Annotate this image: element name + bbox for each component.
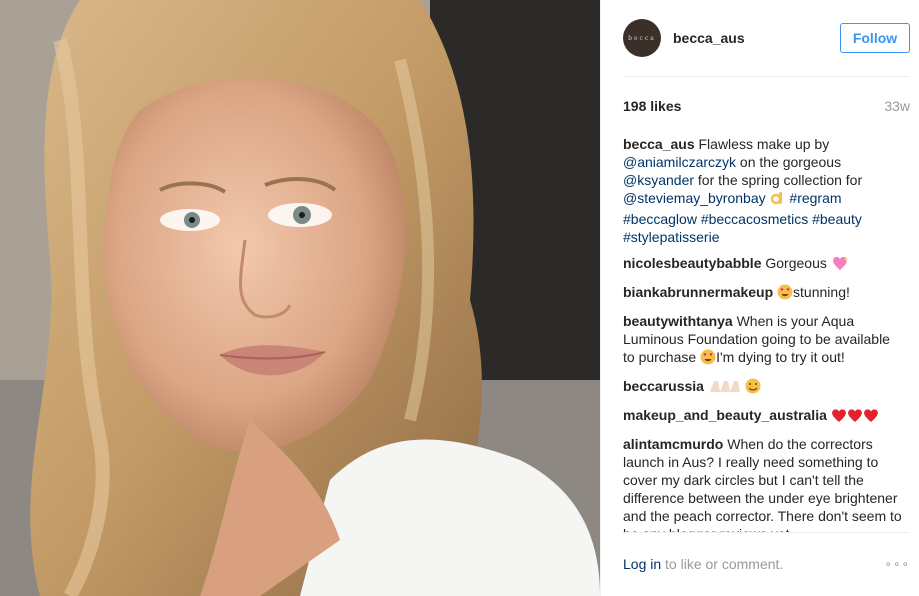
caption-text: for the spring collection for bbox=[694, 172, 863, 188]
post-username[interactable]: becca_aus bbox=[673, 30, 745, 46]
comment-username[interactable]: biankabrunnermakeup bbox=[623, 284, 773, 300]
follow-button[interactable]: Follow bbox=[840, 23, 910, 53]
hashtag-link[interactable]: #stylepatisserie bbox=[623, 229, 720, 245]
comment-text: I'm dying to try it out! bbox=[716, 349, 845, 365]
likes-row: 198 likes 33w bbox=[623, 96, 910, 116]
heart-eyes-emoji-icon bbox=[700, 349, 716, 369]
avatar[interactable]: becca bbox=[623, 19, 661, 57]
likes-count[interactable]: 198 likes bbox=[623, 98, 681, 114]
comment-item: beautywithtanya When is your Aqua Lumino… bbox=[623, 312, 903, 369]
login-prompt: Log in to like or comment. bbox=[623, 556, 783, 572]
footer-divider bbox=[623, 532, 910, 533]
comment-username[interactable]: beccarussia bbox=[623, 378, 704, 394]
comment-item: makeup_and_beauty_australia bbox=[623, 406, 903, 427]
post-time[interactable]: 33w bbox=[884, 98, 910, 114]
hashtag-link[interactable]: #regram bbox=[789, 190, 841, 206]
hashtag-link[interactable]: #beauty bbox=[812, 211, 862, 227]
mention-link[interactable]: @aniamilczarczyk bbox=[623, 154, 736, 170]
hashtag-link[interactable]: #beccacosmetics bbox=[701, 211, 808, 227]
comment-item: biankabrunnermakeup stunning! bbox=[623, 283, 903, 304]
comment-username[interactable]: nicolesbeautybabble bbox=[623, 255, 761, 271]
sparkling-heart-emoji-icon bbox=[831, 255, 849, 275]
comment-username[interactable]: makeup_and_beauty_australia bbox=[623, 407, 827, 423]
portrait-illustration bbox=[0, 0, 600, 596]
caption-text: on the gorgeous bbox=[736, 154, 842, 170]
post-footer: Log in to like or comment. ∘∘∘ bbox=[623, 556, 910, 572]
post-side-panel: becca becca_aus Follow 198 likes 33w bec… bbox=[600, 0, 919, 596]
comment-item: alintamcmurdo When do the correctors lau… bbox=[623, 435, 903, 532]
header-divider bbox=[623, 76, 910, 77]
post-header: becca becca_aus Follow bbox=[601, 0, 919, 76]
more-options-icon[interactable]: ∘∘∘ bbox=[884, 557, 910, 571]
comment-text: Gorgeous bbox=[761, 255, 831, 271]
mention-link[interactable]: @ksyander bbox=[623, 172, 694, 188]
hashtag-link[interactable]: #beccaglow bbox=[623, 211, 697, 227]
comment-item: beccarussia bbox=[623, 377, 903, 398]
mention-link[interactable]: @steviemay_byronbay bbox=[623, 190, 766, 206]
avatar-logo-text: becca bbox=[628, 34, 656, 42]
comments-list[interactable]: becca_aus Flawless make up by @aniamilcz… bbox=[623, 135, 903, 532]
heart-eyes-emoji-icon bbox=[777, 284, 793, 304]
ok-hand-emoji-icon bbox=[770, 190, 786, 210]
comment-username[interactable]: beautywithtanya bbox=[623, 313, 733, 329]
login-link[interactable]: Log in bbox=[623, 556, 661, 572]
caption-username[interactable]: becca_aus bbox=[623, 136, 695, 152]
comment-username[interactable]: alintamcmurdo bbox=[623, 436, 723, 452]
comment-item: nicolesbeautybabble Gorgeous bbox=[623, 254, 903, 275]
caption-text: Flawless make up by bbox=[694, 136, 830, 152]
red-hearts-emoji-icon bbox=[831, 408, 879, 427]
caption: becca_aus Flawless make up by @aniamilcz… bbox=[623, 135, 903, 246]
login-prompt-text: to like or comment. bbox=[661, 556, 784, 572]
clapping-hands-emoji-icon bbox=[708, 378, 762, 398]
post-photo[interactable] bbox=[0, 0, 600, 596]
comment-text: stunning! bbox=[793, 284, 850, 300]
